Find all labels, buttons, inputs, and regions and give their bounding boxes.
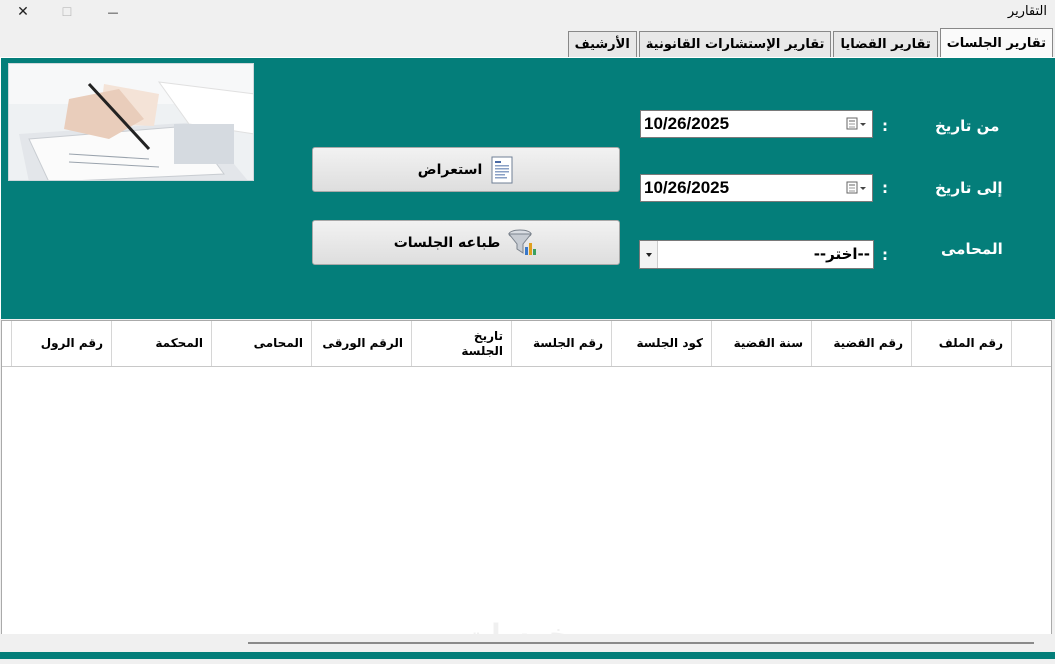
lawyer-select[interactable]: --اختر-- [639, 240, 874, 269]
column-header-session-code[interactable]: كود الجلسة [611, 321, 711, 366]
combo-dropdown-button[interactable] [640, 241, 658, 268]
column-header-session-number[interactable]: رقم الجلسة [511, 321, 611, 366]
from-date-value: 10/26/2025 [644, 114, 730, 133]
filter-panel: من تاريخ : 10/26/2025 إلى تاريخ : 10/26/… [0, 57, 1055, 319]
reports-window: ✕ ☐ — التقارير تقارير الجلسات تقارير الق… [0, 0, 1055, 664]
filter-chart-icon [508, 229, 537, 255]
from-date-picker[interactable]: 10/26/2025 [640, 110, 873, 138]
header-photo [8, 63, 254, 181]
lawyer-label: المحامى [941, 240, 1003, 258]
print-sessions-label: طباعه الجلسات [393, 234, 501, 251]
to-date-value: 10/26/2025 [644, 178, 730, 197]
report-document-icon [491, 156, 513, 183]
lawyer-selected-value: --اختر-- [813, 245, 870, 263]
column-header-lawyer[interactable]: المحامى [211, 321, 311, 366]
minimize-button[interactable]: — [90, 0, 136, 24]
tab-sessions-reports[interactable]: تقارير الجلسات [939, 28, 1053, 57]
column-header-session-date[interactable]: تاريخ الجلسة [411, 321, 511, 366]
from-date-label: من تاريخ [935, 117, 1000, 135]
view-button-label: استعراض [417, 161, 483, 178]
lawyer-colon: : [882, 246, 888, 264]
chevron-down-icon [645, 252, 652, 257]
title-bar: ✕ ☐ — التقارير [0, 0, 1055, 27]
column-header-paper-number[interactable]: الرقم الورقى [311, 321, 411, 366]
close-button[interactable]: ✕ [0, 0, 46, 24]
column-header-roll-number[interactable]: رقم الرول [11, 321, 111, 366]
report-tabs: تقارير الجلسات تقارير القضايا تقارير الإ… [566, 27, 1053, 57]
grid-header: رقم الملف رقم القضية سنة القضية كود الجل… [2, 321, 1051, 367]
column-header-case-number[interactable]: رقم القضية [811, 321, 911, 366]
horizontal-scrollbar[interactable] [0, 634, 1055, 652]
minimize-icon: — [107, 5, 119, 19]
view-button[interactable]: استعراض [312, 147, 620, 192]
column-header-file-number[interactable]: رقم الملف [911, 321, 1011, 366]
column-header-case-year[interactable]: سنة القضية [711, 321, 811, 366]
maximize-button[interactable]: ☐ [44, 0, 90, 24]
close-icon: ✕ [17, 4, 29, 20]
footer-bar [0, 652, 1055, 659]
scrollbar-thumb[interactable] [248, 642, 1034, 644]
maximize-icon: ☐ [61, 5, 73, 19]
to-date-picker[interactable]: 10/26/2025 [640, 174, 873, 202]
window-title: التقارير [1007, 4, 1047, 19]
sessions-grid[interactable]: رقم الملف رقم القضية سنة القضية كود الجل… [1, 320, 1052, 636]
tab-archive[interactable]: الأرشيف [567, 31, 637, 57]
calendar-dropdown-icon[interactable] [846, 181, 868, 195]
from-date-colon: : [882, 117, 888, 135]
print-sessions-button[interactable]: طباعه الجلسات [312, 220, 620, 265]
to-date-colon: : [882, 179, 888, 197]
row-header-corner [1011, 321, 1051, 366]
calendar-dropdown-icon[interactable] [846, 117, 868, 131]
column-header-court[interactable]: المحكمة [111, 321, 211, 366]
tab-legal-consultations-reports[interactable]: تقارير الإستشارات القانونية [638, 31, 832, 57]
to-date-label: إلى تاريخ [935, 179, 1003, 197]
tab-cases-reports[interactable]: تقارير القضايا [833, 31, 938, 57]
